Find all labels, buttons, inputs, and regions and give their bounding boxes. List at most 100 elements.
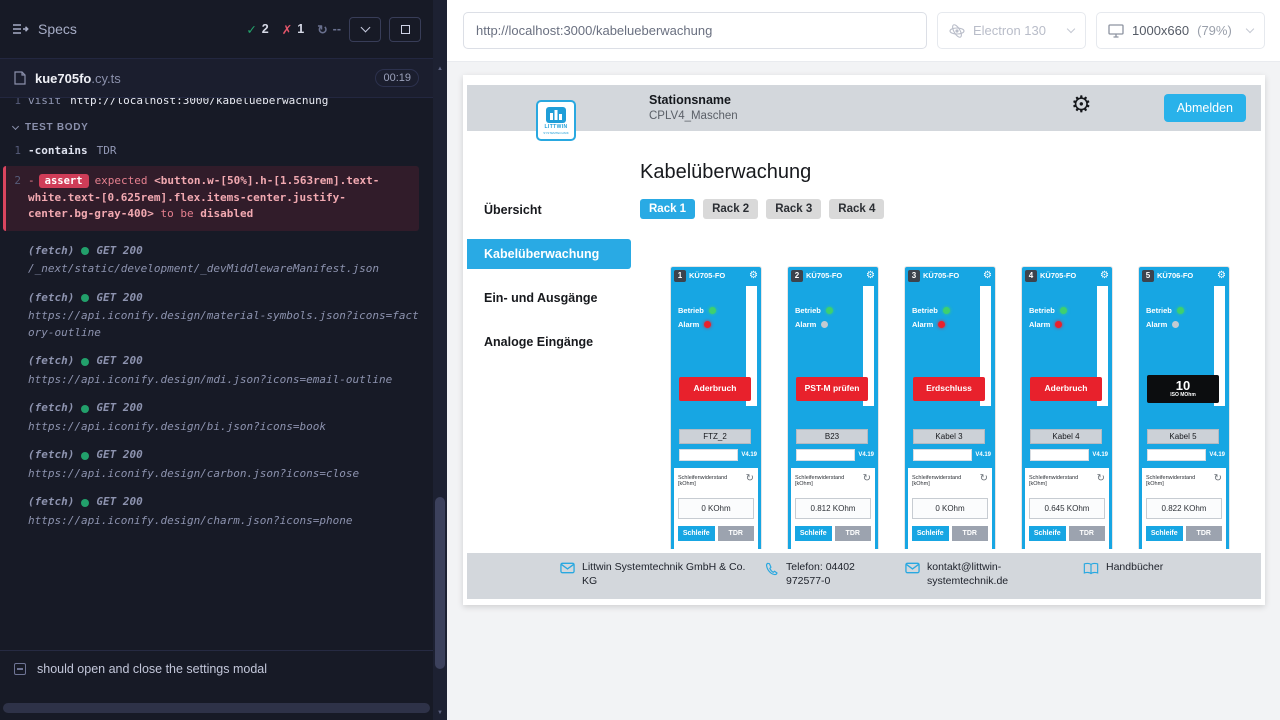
schleife-button[interactable]: Schleife bbox=[1029, 526, 1066, 541]
specs-menu[interactable]: Specs bbox=[12, 21, 77, 37]
betrieb-label: Betrieb bbox=[795, 306, 821, 315]
preview-pane: Electron 130 1000x660 (79%) Stationsname… bbox=[447, 0, 1280, 720]
betrieb-label: Betrieb bbox=[1146, 306, 1172, 315]
scroll-down-icon[interactable]: ▼ bbox=[433, 710, 447, 716]
test-checkbox-icon bbox=[14, 663, 26, 675]
device-model-label: KÜ706-FO bbox=[1157, 271, 1193, 280]
resistance-value: 0 KOhm bbox=[678, 498, 754, 519]
tab-rack-3[interactable]: Rack 3 bbox=[766, 199, 821, 219]
fetch-body: (fetch)GET 200 https://api.iconify.desig… bbox=[28, 494, 353, 529]
status-banner: PST-M prüfen bbox=[796, 377, 868, 401]
footer-phone-text: Telefon: 04402 972577-0 bbox=[786, 561, 886, 588]
status-banner: Aderbruch bbox=[679, 377, 751, 401]
tdr-button[interactable]: TDR bbox=[952, 526, 989, 541]
tab-rack-1[interactable]: Rack 1 bbox=[640, 199, 695, 219]
device-card: 4 KÜ705-FO ⚙ Betrieb Alarm Aderbruch Kab… bbox=[1022, 267, 1112, 549]
tdr-button[interactable]: TDR bbox=[835, 526, 872, 541]
refresh-icon[interactable]: ↻ bbox=[1214, 475, 1222, 483]
failed-assert-entry[interactable]: 2 -assertexpected <button.w-[50%].h-[1.5… bbox=[3, 166, 419, 231]
measurement-panel: Schleifenwiderstand [kOhm]↻ 0 KOhm Schle… bbox=[674, 468, 758, 549]
alarm-led bbox=[1172, 321, 1179, 328]
schleife-button[interactable]: Schleife bbox=[912, 526, 949, 541]
url-input[interactable] bbox=[463, 12, 927, 49]
footer-company-text: Littwin Systemtechnik GmbH & Co. KG bbox=[582, 561, 762, 588]
tdr-button[interactable]: TDR bbox=[718, 526, 755, 541]
fetch-body: (fetch)GET 200 /_next/static/development… bbox=[28, 243, 379, 278]
stop-icon bbox=[401, 25, 410, 34]
schleife-button[interactable]: Schleife bbox=[1146, 526, 1183, 541]
device-gear-icon[interactable]: ⚙ bbox=[866, 271, 875, 281]
fetch-log-entry[interactable]: (fetch)GET 200 https://api.iconify.desig… bbox=[0, 347, 427, 394]
line-number: 1 bbox=[6, 143, 28, 160]
horizontal-scrollbar[interactable] bbox=[0, 703, 433, 713]
refresh-icon[interactable]: ↻ bbox=[1097, 475, 1105, 483]
device-cards: 1 KÜ705-FO ⚙ Betrieb Alarm Aderbruch FTZ… bbox=[671, 267, 1261, 549]
schleife-button[interactable]: Schleife bbox=[678, 526, 715, 541]
spec-file-row[interactable]: kue705fo.cy.ts 00:19 bbox=[0, 58, 433, 98]
stop-tests-button[interactable] bbox=[389, 17, 421, 42]
fetch-url: https://api.iconify.design/carbon.json?i… bbox=[28, 466, 359, 483]
tab-rack-4[interactable]: Rack 4 bbox=[829, 199, 884, 219]
chevron-down-icon bbox=[1067, 25, 1075, 33]
sidebar-item-uebersicht[interactable]: Übersicht bbox=[467, 195, 631, 225]
measurement-panel: Schleifenwiderstand [kOhm]↻ 0.822 KOhm S… bbox=[1142, 468, 1226, 549]
alarm-label: Alarm bbox=[1029, 320, 1050, 329]
footer-manuals[interactable]: Handbücher bbox=[1083, 561, 1163, 575]
success-dot-icon bbox=[81, 405, 89, 413]
contains-command[interactable]: 1 -contains TDR bbox=[0, 140, 427, 163]
fetch-body: (fetch)GET 200 https://api.iconify.desig… bbox=[28, 447, 359, 482]
viewport-icon bbox=[1108, 24, 1124, 38]
horizontal-scrollbar-thumb[interactable] bbox=[3, 703, 430, 713]
browser-select[interactable]: Electron 130 bbox=[937, 12, 1086, 49]
footer-email[interactable]: kontakt@littwin-systemtechnik.de bbox=[905, 561, 1082, 588]
cable-name: FTZ_2 bbox=[679, 429, 751, 444]
phone-icon bbox=[765, 562, 779, 576]
device-gear-icon[interactable]: ⚙ bbox=[1217, 271, 1226, 281]
fetch-log-entry[interactable]: (fetch)GET 200 /_next/static/development… bbox=[0, 237, 427, 284]
line-number bbox=[6, 400, 28, 435]
viewport-size-select[interactable]: 1000x660 (79%) bbox=[1096, 12, 1265, 49]
device-model-label: KÜ705-FO bbox=[1040, 271, 1076, 280]
tdr-button[interactable]: TDR bbox=[1069, 526, 1106, 541]
sidebar-item-ein-und-ausgaenge[interactable]: Ein- und Ausgänge bbox=[467, 283, 631, 313]
tdr-button[interactable]: TDR bbox=[1186, 526, 1223, 541]
fetch-log-entry[interactable]: (fetch)GET 200 https://api.iconify.desig… bbox=[0, 441, 427, 488]
fetch-log-entry[interactable]: (fetch)GET 200 https://api.iconify.desig… bbox=[0, 488, 427, 535]
visit-command[interactable]: 1 visit http://localhost:3000/kabelueber… bbox=[0, 98, 427, 113]
vertical-scrollbar-thumb[interactable] bbox=[435, 497, 445, 669]
betrieb-label: Betrieb bbox=[678, 306, 704, 315]
footer-manuals-text: Handbücher bbox=[1106, 561, 1163, 575]
schleife-button[interactable]: Schleife bbox=[795, 526, 832, 541]
device-field bbox=[913, 449, 972, 461]
refresh-icon[interactable]: ↻ bbox=[863, 475, 871, 483]
vertical-scrollbar[interactable]: ▲ ▼ bbox=[433, 0, 447, 720]
device-field bbox=[796, 449, 855, 461]
book-icon bbox=[1083, 562, 1099, 575]
pending-count: ↻-- bbox=[317, 22, 341, 37]
next-test-row[interactable]: should open and close the settings modal bbox=[0, 650, 433, 686]
sidebar-item-analoge-eingaenge[interactable]: Analoge Eingänge bbox=[467, 327, 631, 357]
passed-count: ✓2 bbox=[246, 22, 268, 37]
collapse-runner-button[interactable] bbox=[349, 17, 381, 42]
tab-rack-2[interactable]: Rack 2 bbox=[703, 199, 758, 219]
settings-gear-icon[interactable]: ⚙ bbox=[1071, 91, 1092, 118]
fetch-log-entry[interactable]: (fetch)GET 200 https://api.iconify.desig… bbox=[0, 284, 427, 348]
logout-button[interactable]: Abmelden bbox=[1164, 94, 1246, 122]
device-number-badge: 1 bbox=[674, 270, 686, 282]
refresh-icon[interactable]: ↻ bbox=[746, 475, 754, 483]
device-card: 1 KÜ705-FO ⚙ Betrieb Alarm Aderbruch FTZ… bbox=[671, 267, 761, 549]
device-gear-icon[interactable]: ⚙ bbox=[1100, 271, 1109, 281]
preview-toolbar: Electron 130 1000x660 (79%) bbox=[447, 0, 1280, 62]
sidebar-item-kabelueberwachung[interactable]: Kabelüberwachung bbox=[467, 239, 631, 269]
refresh-icon[interactable]: ↻ bbox=[980, 475, 988, 483]
iso-value-display: 10 ISO MOhm bbox=[1147, 375, 1219, 403]
fetch-body: (fetch)GET 200 https://api.iconify.desig… bbox=[28, 400, 326, 435]
device-gear-icon[interactable]: ⚙ bbox=[983, 271, 992, 281]
viewport-size-label: 1000x660 bbox=[1132, 23, 1189, 38]
test-body-section[interactable]: TEST BODY bbox=[0, 113, 427, 140]
scroll-up-icon[interactable]: ▲ bbox=[433, 66, 447, 72]
device-gear-icon[interactable]: ⚙ bbox=[749, 271, 758, 281]
alarm-label: Alarm bbox=[912, 320, 933, 329]
status-banner: Aderbruch bbox=[1030, 377, 1102, 401]
fetch-log-entry[interactable]: (fetch)GET 200 https://api.iconify.desig… bbox=[0, 394, 427, 441]
